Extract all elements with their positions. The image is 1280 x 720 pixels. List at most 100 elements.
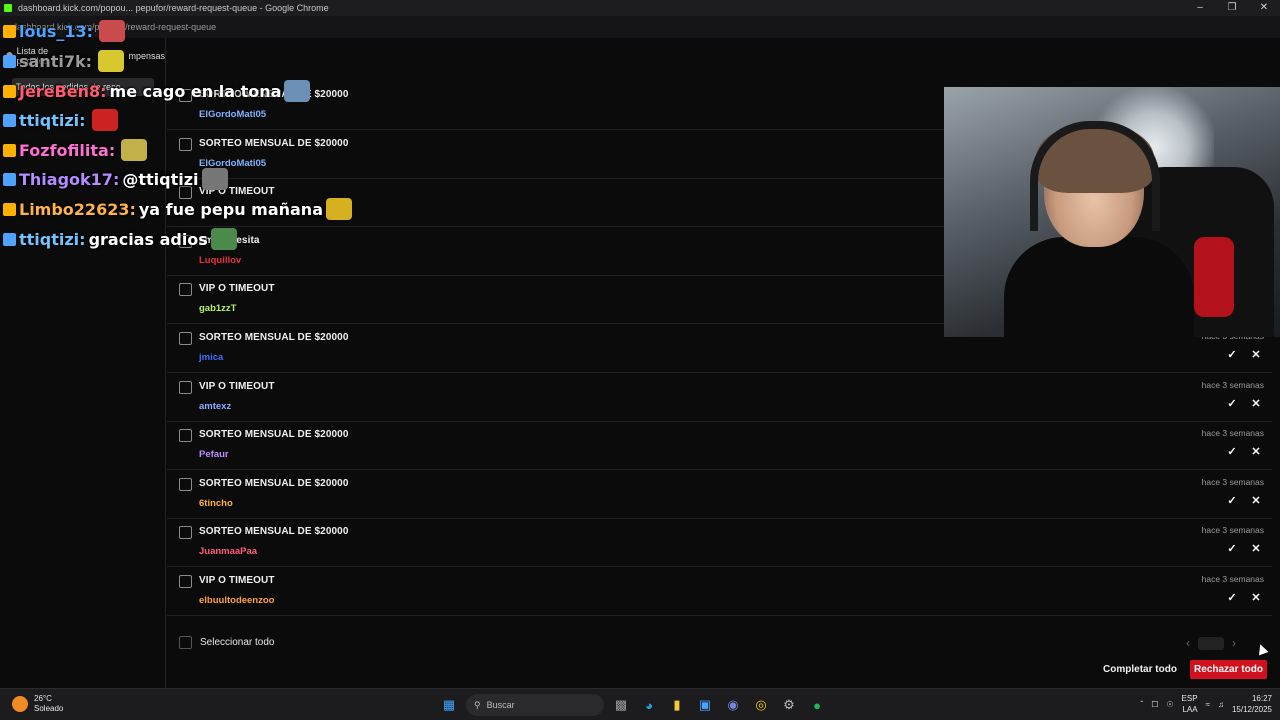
- task-view-icon[interactable]: ▩: [610, 694, 632, 716]
- accept-icon[interactable]: ✓: [1224, 444, 1240, 460]
- prev-page-icon[interactable]: ‹: [1186, 636, 1190, 650]
- request-time: hace 3 semanas: [1201, 476, 1264, 487]
- requester-name: 6tincho: [199, 497, 233, 509]
- window-controls: – ❐ ✕: [1184, 0, 1280, 16]
- taskbar-search[interactable]: ⚲ Buscar: [466, 694, 604, 716]
- reject-icon[interactable]: ✕: [1248, 590, 1264, 606]
- requester-name: gab1zzT: [199, 303, 237, 315]
- wifi-icon[interactable]: ≈: [1206, 700, 1210, 709]
- reject-icon[interactable]: ✕: [1248, 347, 1264, 363]
- weather-temp: 26°C: [34, 694, 52, 703]
- reject-icon[interactable]: ✕: [1248, 396, 1264, 412]
- restore-icon[interactable]: ❐: [1216, 0, 1248, 16]
- request-time: hace 3 semanas: [1201, 428, 1264, 439]
- weather-condition: Soleado: [34, 704, 64, 713]
- reward-title: SORTEO MENSUAL DE $20000: [199, 429, 349, 441]
- kick-logo-icon: [4, 4, 12, 12]
- request-time: hace 3 semanas: [1201, 379, 1264, 390]
- taskbar-apps: ▦ ⚲ Buscar ▩ ◕ ▮ ▣ ◉ ◎ ⚙ ●: [438, 694, 828, 716]
- clock-date: 15/12/2025: [1231, 705, 1272, 714]
- reward-title: amburgesita: [199, 234, 260, 246]
- sidebar-item-request-list[interactable]: Lista de pedidos mpensas: [6, 46, 165, 66]
- system-tray: ˆ ☐ ☉ ESP LAA ≈ ♫ 16:27 15/12/2025: [1141, 693, 1272, 715]
- requester-name: Luquillov: [199, 254, 242, 266]
- request-checkbox[interactable]: [179, 526, 192, 540]
- chevron-up-icon[interactable]: ˆ: [1141, 700, 1144, 709]
- url-text[interactable]: dashboard.kick.com/pepufor/reward-reques…: [12, 22, 216, 32]
- next-page-icon[interactable]: ›: [1232, 636, 1236, 650]
- select-all-label: Seleccionar todo: [200, 637, 275, 648]
- request-time: hace 3 semanas: [1201, 574, 1264, 584]
- request-checkbox[interactable]: [179, 429, 192, 443]
- file-explorer-icon[interactable]: ▮: [666, 694, 688, 716]
- weather-widget[interactable]: 26°C Soleado: [12, 694, 63, 714]
- request-checkbox[interactable]: [179, 234, 192, 248]
- windows-start-icon[interactable]: ▦: [438, 694, 460, 716]
- request-checkbox[interactable]: [179, 477, 192, 491]
- request-row: SORTEO MENSUAL DE $20000 JuanmaaPaa hace 3…: [167, 519, 1272, 568]
- reject-icon[interactable]: ✕: [1248, 444, 1264, 460]
- mic-icon[interactable]: ☉: [1166, 700, 1173, 709]
- request-row: SORTEO MENSUAL DE $20000 6tincho hace 3 se…: [167, 471, 1272, 519]
- reject-all-button[interactable]: Rechazar todo: [1190, 660, 1267, 679]
- reward-title: VIP O TIMEOUT: [199, 186, 275, 198]
- reject-icon[interactable]: ✕: [1248, 493, 1264, 509]
- reward-title: SORTEO MENSUAL DE $20000: [199, 332, 349, 343]
- request-checkbox[interactable]: [179, 380, 192, 394]
- webcam-overlay: [944, 87, 1280, 337]
- accept-icon[interactable]: ✓: [1224, 493, 1240, 509]
- requester-name: ElGordoMati05: [199, 157, 267, 169]
- discord-icon[interactable]: ◉: [722, 694, 744, 716]
- request-checkbox[interactable]: [179, 137, 192, 151]
- accept-icon[interactable]: ✓: [1224, 347, 1240, 363]
- complete-all-button[interactable]: Completar todo: [1099, 660, 1181, 679]
- clock[interactable]: 16:27 15/12/2025: [1232, 693, 1272, 715]
- chrome-icon[interactable]: ◎: [750, 694, 772, 716]
- reject-icon[interactable]: ✕: [1248, 541, 1264, 557]
- search-icon: ⚲: [474, 699, 481, 710]
- requester-name: jmica: [199, 352, 224, 363]
- request-checkbox[interactable]: [179, 89, 192, 102]
- reward-title: SORTEO MENSUAL DE $20000: [199, 137, 349, 149]
- list-icon: [6, 51, 13, 61]
- store-icon[interactable]: ▣: [694, 694, 716, 716]
- accept-icon[interactable]: ✓: [1224, 590, 1240, 606]
- close-window-icon[interactable]: ✕: [1248, 0, 1280, 16]
- settings-icon[interactable]: ⚙: [778, 694, 800, 716]
- volume-icon[interactable]: ♫: [1218, 700, 1224, 709]
- sidebar-item-all-requests[interactable]: Todos los pedidos de reco...: [12, 78, 154, 96]
- request-checkbox[interactable]: [179, 332, 192, 345]
- lang-bottom: LAA: [1182, 705, 1198, 714]
- request-checkbox[interactable]: [179, 283, 192, 297]
- taskbar: 26°C Soleado ▦ ⚲ Buscar ▩ ◕ ▮ ▣ ◉ ◎ ⚙ ● …: [0, 688, 1280, 720]
- pagination: ‹ ›: [1186, 636, 1236, 650]
- select-all-checkbox[interactable]: [179, 636, 192, 649]
- minimize-icon[interactable]: –: [1184, 0, 1216, 16]
- address-bar[interactable]: dashboard.kick.com/pepufor/reward-reques…: [0, 16, 1280, 38]
- request-row: VIP O TIMEOUT amtexz hace 3 semanas ✓ ✕: [167, 374, 1272, 422]
- headset: [1030, 121, 1160, 231]
- page-indicator: [1198, 636, 1224, 650]
- language-indicator[interactable]: ESP LAA: [1182, 693, 1198, 715]
- reward-title: VIP O TIMEOUT: [199, 575, 275, 586]
- accept-icon[interactable]: ✓: [1224, 541, 1240, 557]
- request-row: SORTEO MENSUAL DE $20000 Pefaur hace 3 sem…: [167, 422, 1272, 471]
- spotify-icon[interactable]: ●: [806, 694, 828, 716]
- requester-name: amtexz: [199, 400, 232, 412]
- lang-top: ESP: [1181, 694, 1198, 703]
- request-checkbox[interactable]: [179, 186, 192, 200]
- edge-icon[interactable]: ◕: [638, 694, 660, 716]
- accept-icon[interactable]: ✓: [1224, 396, 1240, 412]
- requester-name: ElGordoMati05: [199, 109, 267, 120]
- streamer-body: [1004, 237, 1194, 337]
- select-all[interactable]: Seleccionar todo: [179, 636, 275, 649]
- network-icon[interactable]: ☐: [1151, 700, 1158, 709]
- clock-time: 16:27: [1251, 694, 1272, 703]
- reward-title: VIP O TIMEOUT: [199, 380, 275, 392]
- reward-title: SORTEO MENSUAL DE $20000: [199, 89, 349, 100]
- sun-icon: [12, 696, 28, 712]
- sidebar-item-suffix: mpensas: [128, 51, 165, 61]
- request-checkbox[interactable]: [179, 575, 192, 588]
- reward-title: SORTEO MENSUAL DE $20000: [199, 526, 349, 538]
- search-placeholder: Buscar: [486, 700, 515, 710]
